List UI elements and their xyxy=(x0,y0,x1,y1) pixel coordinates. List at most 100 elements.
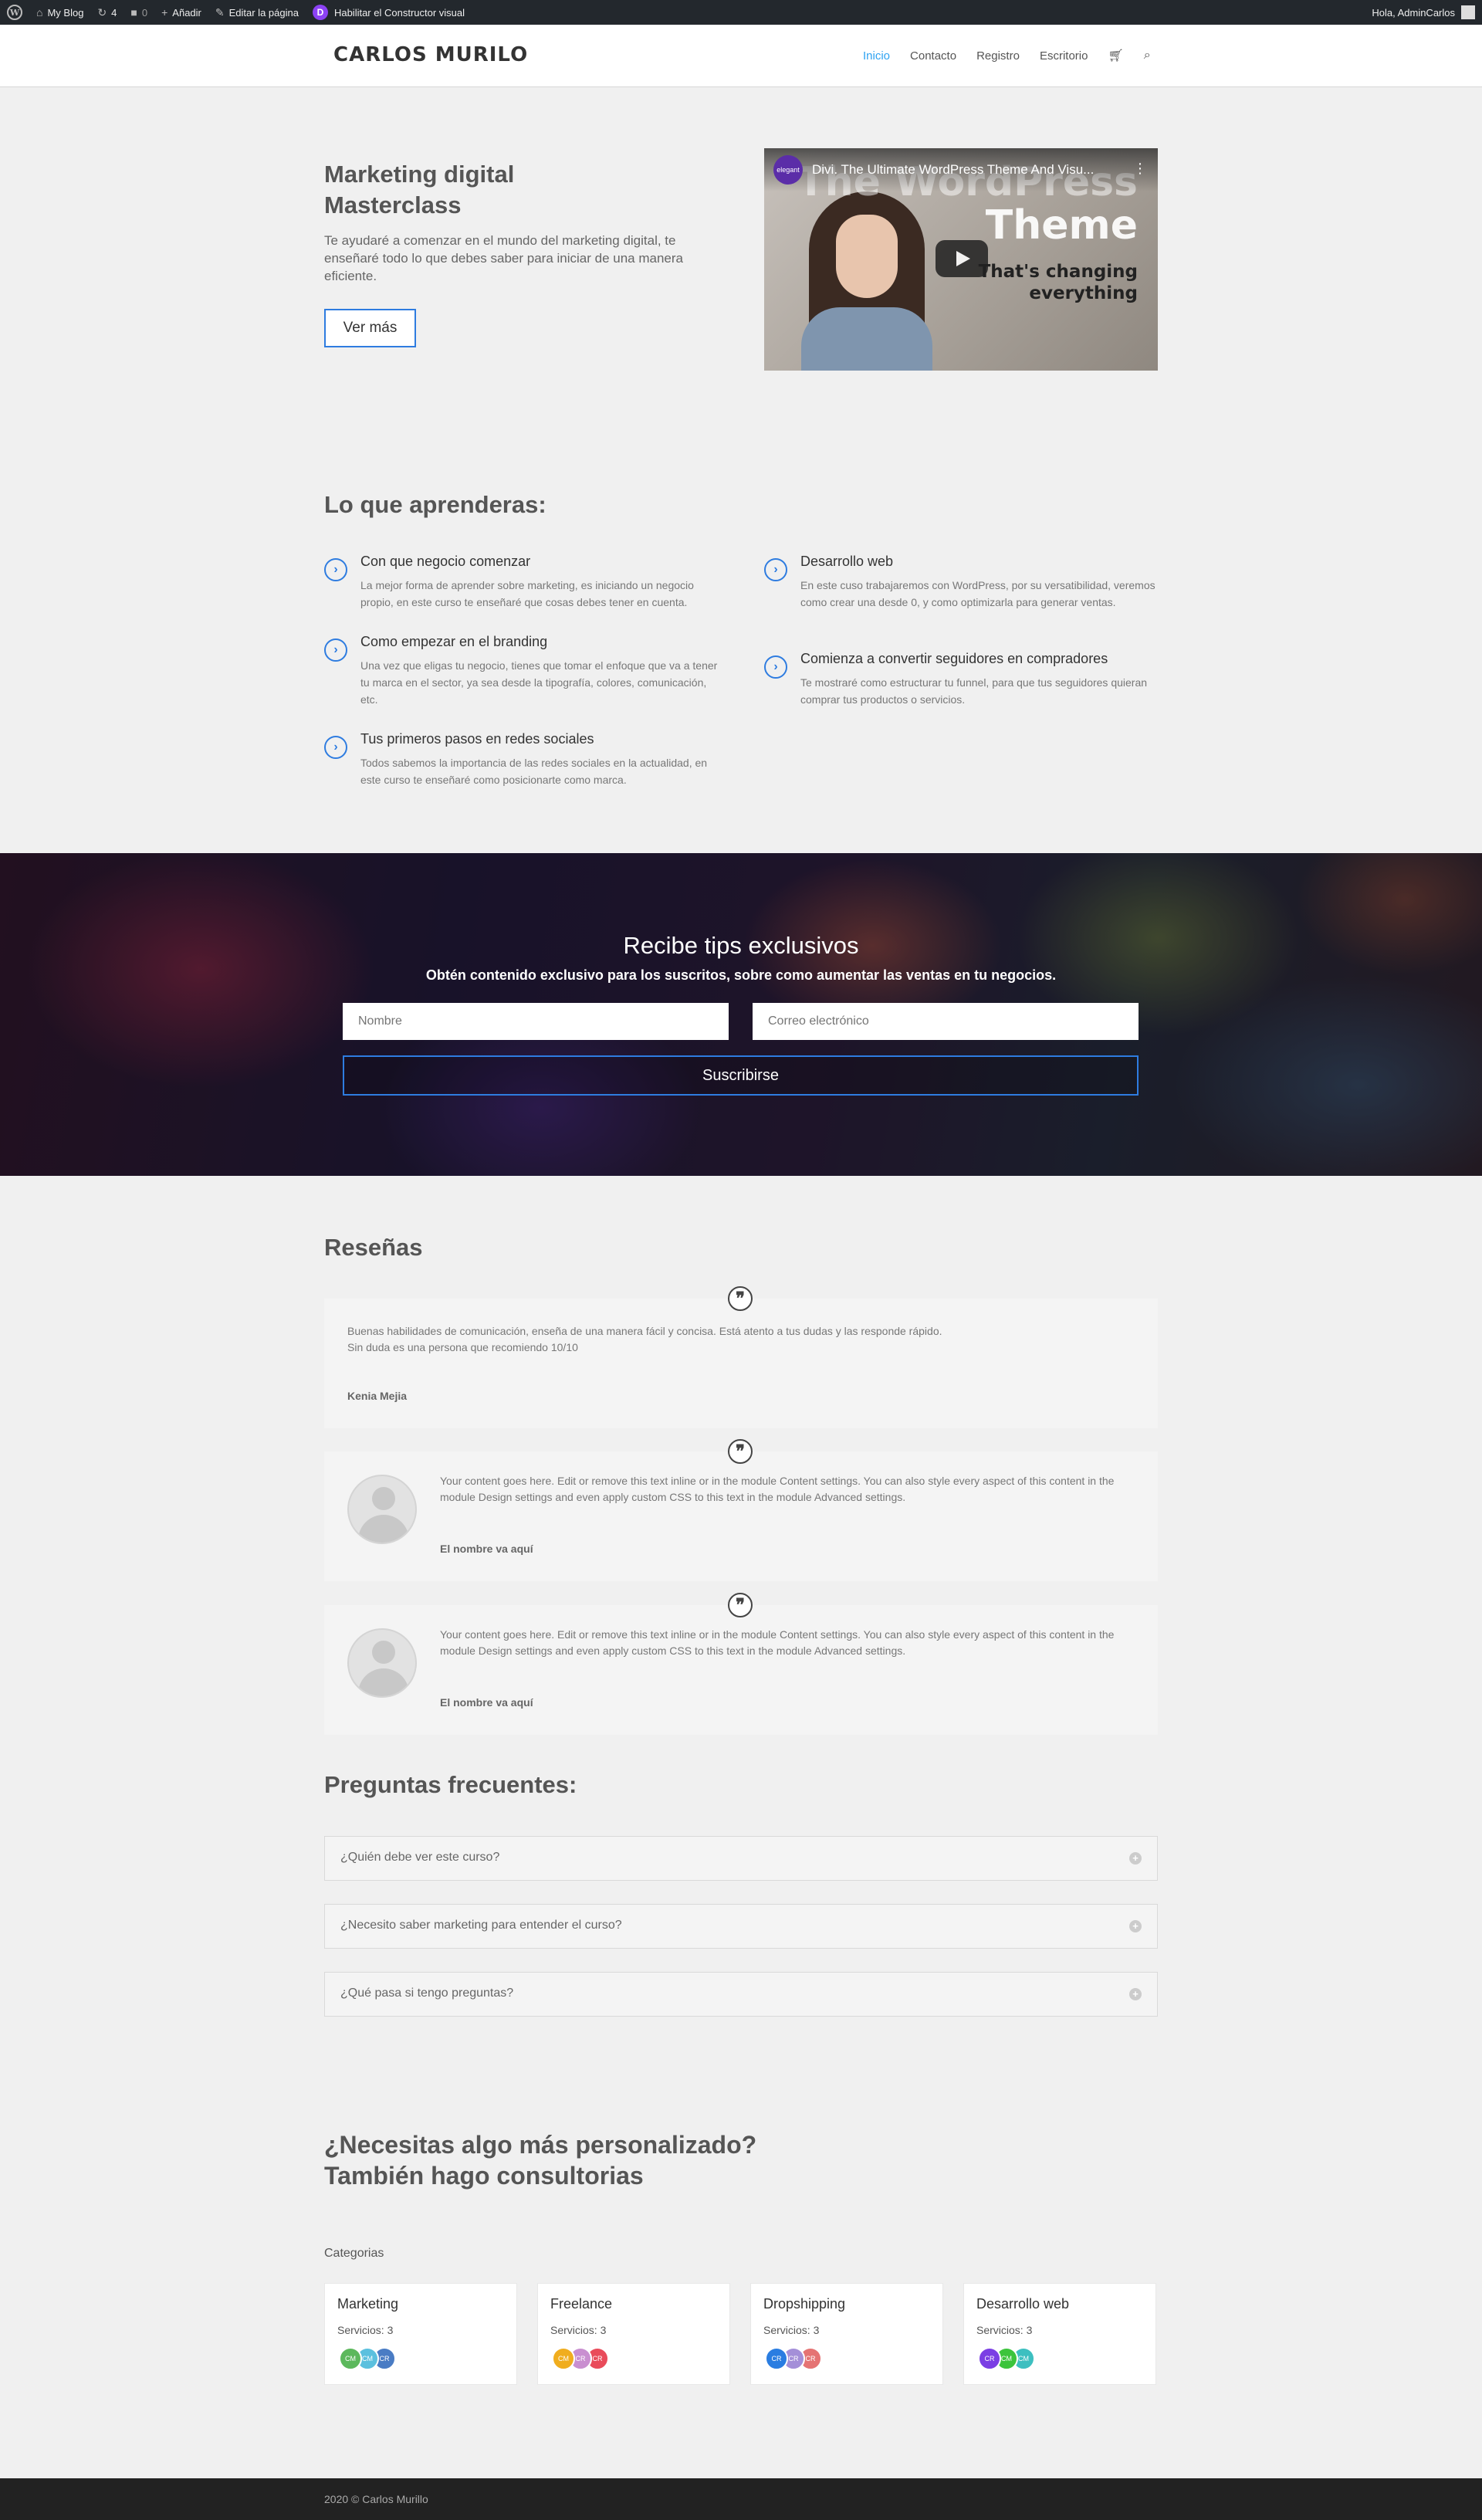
ver-mas-button[interactable]: Ver más xyxy=(324,309,416,347)
faq-toggle-item[interactable]: ¿Quién debe ver este curso? + xyxy=(324,1836,1158,1881)
review-text-line1: Buenas habilidades de comunicación, ense… xyxy=(347,1325,942,1337)
pencil-icon: ✎ xyxy=(215,5,225,19)
video-title[interactable]: Divi. The Ultimate WordPress Theme And V… xyxy=(812,162,1094,178)
background-artwork xyxy=(0,853,1482,1176)
consult-title-line1: ¿Necesitas algo más personalizado? xyxy=(324,2131,757,2159)
chevron-right-circle-icon: › xyxy=(324,638,347,662)
learn-title: Lo que aprenderas: xyxy=(324,491,546,518)
quote-icon: ❞ xyxy=(728,1593,753,1617)
category-card[interactable]: Desarrollo web Servicios: 3 CR CM CM xyxy=(963,2283,1156,2385)
subscribe-button[interactable]: Suscribirse xyxy=(343,1055,1139,1096)
faq-question: ¿Quién debe ver este curso? xyxy=(340,1851,500,1864)
updates-link[interactable]: ↻ 4 xyxy=(90,0,124,25)
quote-icon: ❞ xyxy=(728,1439,753,1464)
site-footer: 2020 © Carlos Murillo xyxy=(0,2478,1482,2520)
learn-item-desc: La mejor forma de aprender sobre marketi… xyxy=(360,579,694,608)
review-author: El nombre va aquí xyxy=(440,1696,533,1709)
learn-item-title: Desarrollo web xyxy=(800,554,894,569)
site-logo[interactable]: CARLOS MURILO xyxy=(333,43,528,66)
user-avatar[interactable]: CR xyxy=(765,2347,788,2370)
add-new-link[interactable]: + Añadir xyxy=(154,0,208,25)
faq-toggle-item[interactable]: ¿Qué pasa si tengo preguntas? + xyxy=(324,1972,1158,2017)
avatar-placeholder xyxy=(347,1628,417,1698)
categories-label: Categorias xyxy=(324,2247,384,2260)
main-nav: Inicio Contacto Registro Escritorio 🛒︎ ⌕ xyxy=(863,48,1171,63)
hero-title-line2: Masterclass xyxy=(324,191,462,218)
chevron-right-circle-icon: › xyxy=(324,736,347,759)
learn-item-title: Con que negocio comenzar xyxy=(360,554,531,569)
updates-count: 4 xyxy=(111,6,117,19)
nav-contacto[interactable]: Contacto xyxy=(910,49,956,63)
visual-builder-link[interactable]: D Habilitar el Constructor visual xyxy=(306,0,472,25)
channel-avatar[interactable]: elegant xyxy=(773,155,803,185)
chevron-right-circle-icon: › xyxy=(764,655,787,679)
quote-icon: ❞ xyxy=(728,1286,753,1311)
review-card: ❞ Your content goes here. Edit or remove… xyxy=(324,1593,1158,1735)
user-avatar[interactable]: CR xyxy=(978,2347,1001,2370)
review-text: Your content goes here. Edit or remove t… xyxy=(440,1628,1115,1657)
faq-toggle-item[interactable]: ¿Necesito saber marketing para entender … xyxy=(324,1904,1158,1949)
site-name: My Blog xyxy=(47,6,84,19)
expand-icon[interactable]: + xyxy=(1129,1988,1142,2000)
updates-icon: ↻ xyxy=(97,5,107,19)
category-count: Servicios: 3 xyxy=(976,2324,1033,2336)
learn-item-desc: Todos sabemos la importancia de las rede… xyxy=(360,757,708,786)
cart-icon[interactable]: 🛒︎ xyxy=(1108,48,1123,63)
add-new-label: Añadir xyxy=(172,6,201,19)
category-card[interactable]: Marketing Servicios: 3 CM CM CR xyxy=(324,2283,517,2385)
user-avatar[interactable]: CM xyxy=(552,2347,575,2370)
site-name-link[interactable]: ⌂ My Blog xyxy=(29,0,90,25)
faq-title: Preguntas frecuentes: xyxy=(324,1771,577,1798)
learn-item-desc: En este cuso trabajaremos con WordPress,… xyxy=(800,579,1155,608)
comments-link[interactable]: ■ 0 xyxy=(124,0,154,25)
site-header: CARLOS MURILO Inicio Contacto Registro E… xyxy=(0,25,1482,86)
expand-icon[interactable]: + xyxy=(1129,1920,1142,1932)
more-options-icon[interactable]: ⋮ xyxy=(1133,161,1147,177)
video-overlay-sub2: everything xyxy=(1029,283,1138,303)
avatar-placeholder xyxy=(347,1475,417,1544)
account-menu[interactable]: Hola, AdminCarlos xyxy=(1365,0,1482,25)
learn-item-title: Como empezar en el branding xyxy=(360,634,548,649)
learn-item-title: Tus primeros pasos en redes sociales xyxy=(360,731,594,747)
category-count: Servicios: 3 xyxy=(763,2324,820,2336)
video-top-bar: elegant Divi. The Ultimate WordPress The… xyxy=(764,148,1158,191)
name-input[interactable] xyxy=(343,1003,729,1040)
consult-title: ¿Necesitas algo más personalizado? Tambi… xyxy=(324,2129,756,2191)
plus-icon: + xyxy=(161,6,168,19)
video-embed[interactable]: The WordPress Theme That's changing ever… xyxy=(764,148,1158,371)
user-avatar[interactable]: CM xyxy=(339,2347,362,2370)
nav-registro[interactable]: Registro xyxy=(976,49,1020,63)
category-count: Servicios: 3 xyxy=(550,2324,607,2336)
wordpress-menu[interactable]: W xyxy=(0,0,29,25)
category-count: Servicios: 3 xyxy=(337,2324,394,2336)
expand-icon[interactable]: + xyxy=(1129,1852,1142,1865)
edit-page-label: Editar la página xyxy=(228,6,299,19)
category-card[interactable]: Dropshipping Servicios: 3 CR CR CR xyxy=(750,2283,943,2385)
video-overlay-sub: That's changing everything xyxy=(979,261,1138,304)
nav-inicio[interactable]: Inicio xyxy=(863,49,890,63)
user-avatar-icon xyxy=(1461,5,1475,19)
email-input[interactable] xyxy=(753,1003,1139,1040)
nav-escritorio[interactable]: Escritorio xyxy=(1040,49,1088,63)
category-title[interactable]: Dropshipping xyxy=(763,2296,845,2312)
edit-page-link[interactable]: ✎ Editar la página xyxy=(208,0,306,25)
review-text: Buenas habilidades de comunicación, ense… xyxy=(347,1323,1135,1356)
subscribe-title: Recibe tips exclusivos xyxy=(623,932,859,959)
category-title[interactable]: Freelance xyxy=(550,2296,612,2312)
footer-copyright: 2020 © Carlos Murillo xyxy=(324,2493,428,2505)
hero-text: Te ayudaré a comenzar en el mundo del ma… xyxy=(324,233,683,283)
category-card[interactable]: Freelance Servicios: 3 CM CR CR xyxy=(537,2283,730,2385)
hero-title-line1: Marketing digital xyxy=(324,161,515,188)
faq-question: ¿Necesito saber marketing para entender … xyxy=(340,1919,622,1932)
category-title[interactable]: Desarrollo web xyxy=(976,2296,1069,2312)
category-title[interactable]: Marketing xyxy=(337,2296,398,2312)
reviews-title: Reseñas xyxy=(324,1234,423,1261)
review-card: ❞ Buenas habilidades de comunicación, en… xyxy=(324,1286,1158,1428)
review-author: Kenia Mejia xyxy=(347,1390,408,1402)
comments-count: 0 xyxy=(141,6,148,19)
play-button[interactable] xyxy=(936,240,988,277)
chevron-right-circle-icon: › xyxy=(324,558,347,581)
search-icon[interactable]: ⌕ xyxy=(1144,49,1151,63)
home-icon: ⌂ xyxy=(36,6,43,19)
review-text: Your content goes here. Edit or remove t… xyxy=(440,1475,1115,1503)
